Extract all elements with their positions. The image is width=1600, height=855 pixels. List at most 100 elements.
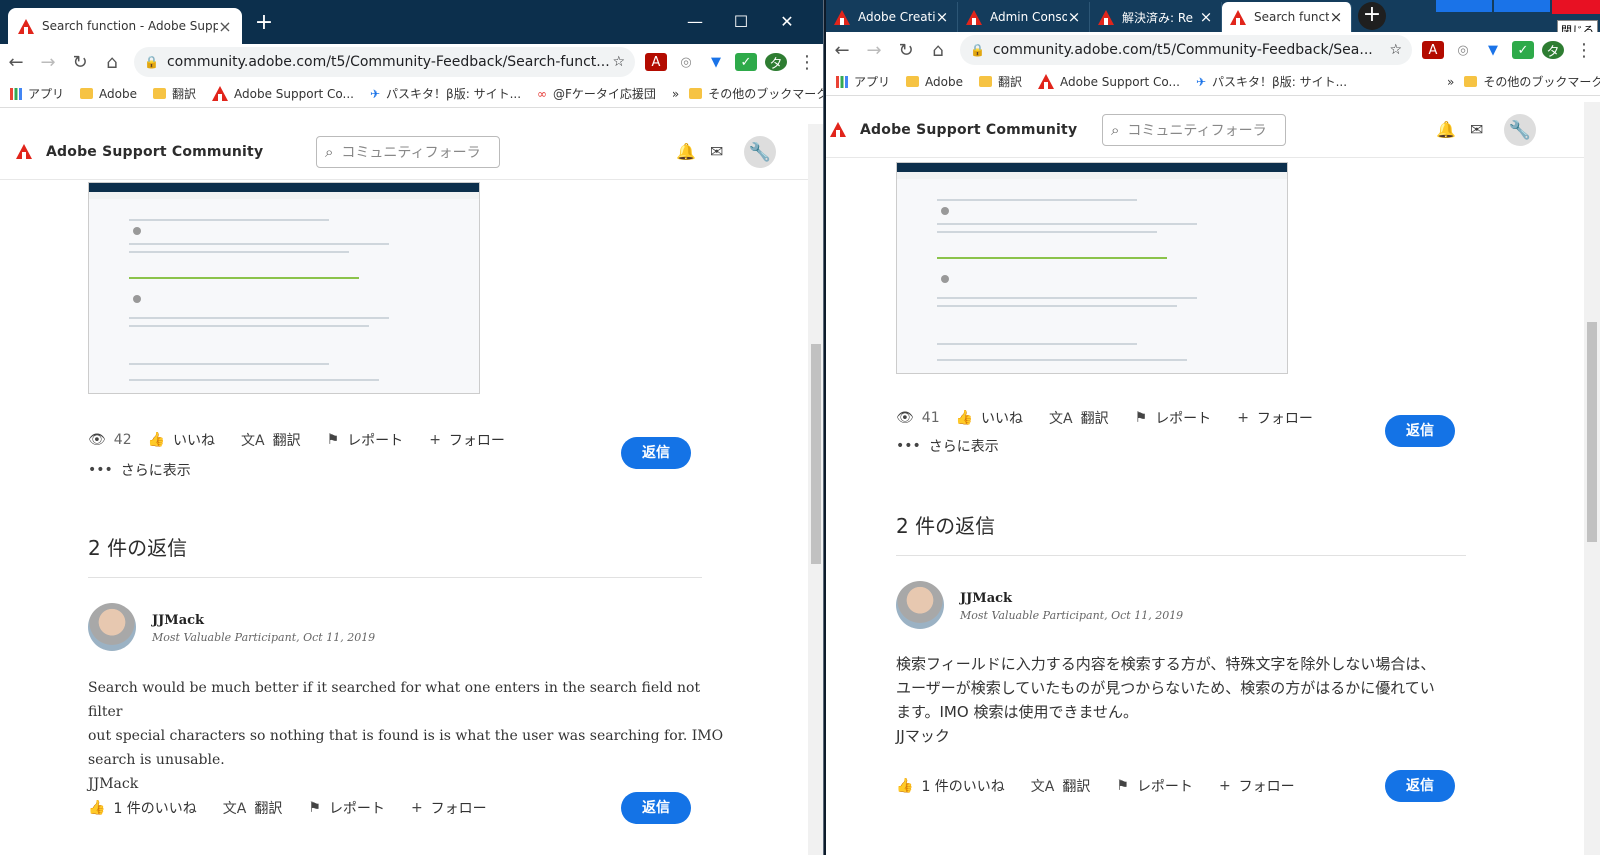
minimize-button[interactable]: — xyxy=(672,0,718,44)
follow-button[interactable]: + フォロー xyxy=(1219,776,1295,796)
reload-icon[interactable]: ↻ xyxy=(64,52,96,73)
maximize-button[interactable] xyxy=(1494,0,1550,12)
bookmark-apps[interactable]: アプリ xyxy=(10,85,64,102)
new-tab-button[interactable]: + xyxy=(250,10,278,38)
new-tab-button[interactable]: + xyxy=(1358,2,1386,30)
site-name[interactable]: Adobe Support Community xyxy=(46,144,263,160)
pdf-extension-icon[interactable]: A xyxy=(645,53,667,71)
close-tab-icon[interactable]: × xyxy=(1329,8,1343,26)
star-icon[interactable]: ☆ xyxy=(612,54,625,70)
close-window-button[interactable] xyxy=(1552,0,1600,14)
tab-search-function[interactable]: Search function - Adobe Support × xyxy=(8,8,242,44)
more-button[interactable]: ••• さらに表示 xyxy=(88,460,191,480)
close-tab-icon[interactable]: × xyxy=(1067,8,1081,26)
embedded-screenshot[interactable] xyxy=(896,162,1288,374)
scrollbar[interactable] xyxy=(808,124,823,855)
user-avatar[interactable]: 🔧 xyxy=(1504,114,1536,146)
reply-avatar[interactable] xyxy=(88,603,136,651)
reload-icon[interactable]: ↻ xyxy=(890,40,922,61)
report-button[interactable]: ⚑ レポート xyxy=(327,430,404,450)
bell-icon[interactable]: 🔔 xyxy=(1436,120,1456,139)
check-extension-icon[interactable]: ✓ xyxy=(735,53,757,71)
translate-button[interactable]: 文A 翻訳 xyxy=(223,798,283,818)
like-button[interactable]: 👍 1 件のいいね xyxy=(896,776,1005,796)
bookmark-link[interactable]: Adobe Support Co... xyxy=(1038,74,1180,89)
close-tab-icon[interactable]: × xyxy=(1199,8,1213,26)
embedded-screenshot[interactable] xyxy=(88,182,480,394)
bookmark-link[interactable]: ✈ パスキタ！β版: サイト... xyxy=(370,85,521,102)
adobe-logo-icon[interactable] xyxy=(16,144,32,159)
bookmark-folder[interactable]: Adobe xyxy=(906,75,963,89)
like-button[interactable]: 👍 1 件のいいね xyxy=(88,798,197,818)
bookmark-apps[interactable]: アプリ xyxy=(836,73,890,90)
reply-button[interactable]: 返信 xyxy=(1385,415,1455,447)
bell-icon[interactable]: 🔔 xyxy=(676,142,696,161)
star-icon[interactable]: ☆ xyxy=(1389,42,1402,58)
forward-icon[interactable]: → xyxy=(858,40,890,61)
tab-admin-console[interactable]: Admin Conso × xyxy=(958,2,1090,32)
bookmark-folder[interactable]: その他のブックマーク xyxy=(689,85,823,102)
pdf-extension-icon[interactable]: A xyxy=(1422,41,1444,59)
report-button[interactable]: ⚑ レポート xyxy=(1116,776,1193,796)
close-window-button[interactable]: ✕ xyxy=(764,0,810,44)
reply-avatar[interactable] xyxy=(896,581,944,629)
extension-icon[interactable]: ▼ xyxy=(705,53,727,71)
like-button[interactable]: 👍 いいね xyxy=(956,408,1023,428)
tab-adobe-creative[interactable]: Adobe Creati × xyxy=(826,2,958,32)
translate-button[interactable]: 文A 翻訳 xyxy=(1049,408,1109,428)
reply-author[interactable]: JJMack xyxy=(152,613,204,628)
bookmark-folder[interactable]: Adobe xyxy=(80,87,137,101)
bookmark-folder[interactable]: 翻訳 xyxy=(152,85,196,102)
user-avatar[interactable]: 🔧 xyxy=(744,136,776,168)
follow-button[interactable]: + フォロー xyxy=(429,430,505,450)
follow-button[interactable]: + フォロー xyxy=(411,798,487,818)
tab-search-function[interactable]: Search functi × xyxy=(1222,2,1352,32)
report-button[interactable]: ⚑ レポート xyxy=(308,798,385,818)
reply-button[interactable]: 返信 xyxy=(1385,770,1455,802)
bookmark-link[interactable]: ✈ パスキタ！β版: サイト... xyxy=(1196,73,1347,90)
check-extension-icon[interactable]: ✓ xyxy=(1512,41,1534,59)
search-input[interactable]: ⌕ コミュニティフォーラ xyxy=(316,135,500,168)
more-bookmarks-icon[interactable]: » xyxy=(672,87,679,101)
follow-button[interactable]: + フォロー xyxy=(1237,408,1313,428)
home-icon[interactable]: ⌂ xyxy=(922,40,954,61)
more-bookmarks-icon[interactable]: » xyxy=(1447,75,1454,89)
reply-author[interactable]: JJMack xyxy=(960,591,1012,606)
bookmark-link[interactable]: ∞ @Fケータイ応援団 xyxy=(537,85,656,102)
mail-icon[interactable]: ✉ xyxy=(1470,120,1483,139)
translate-button[interactable]: 文A 翻訳 xyxy=(241,430,301,450)
back-icon[interactable]: ← xyxy=(826,40,858,61)
site-name[interactable]: Adobe Support Community xyxy=(860,122,1077,138)
extension-icon[interactable]: ◎ xyxy=(675,53,697,71)
bookmark-folder[interactable]: その他のブックマーク xyxy=(1464,73,1600,90)
back-icon[interactable]: ← xyxy=(0,52,32,73)
extension-icon[interactable]: ▼ xyxy=(1482,41,1504,59)
extension-icon[interactable]: ◎ xyxy=(1452,41,1474,59)
profile-avatar[interactable]: タ xyxy=(1542,41,1564,60)
close-tab-icon[interactable]: × xyxy=(218,17,232,36)
profile-avatar[interactable]: タ xyxy=(765,53,787,72)
address-bar[interactable]: 🔒 community.adobe.com/t5/Community-Feedb… xyxy=(134,47,635,77)
reply-button[interactable]: 返信 xyxy=(621,437,691,469)
search-input[interactable]: ⌕ コミュニティフォーラ xyxy=(1102,113,1286,146)
adobe-logo-icon[interactable] xyxy=(830,122,846,137)
minimize-button[interactable] xyxy=(1436,0,1492,12)
bookmark-folder[interactable]: 翻訳 xyxy=(978,73,1022,90)
reply-button[interactable]: 返信 xyxy=(621,792,691,824)
tab-resolved[interactable]: 解決済み: Re × xyxy=(1090,2,1222,32)
scrollbar-thumb[interactable] xyxy=(1587,322,1597,542)
address-bar[interactable]: 🔒 community.adobe.com/t5/Community-Feedb… xyxy=(960,35,1412,65)
scrollbar[interactable] xyxy=(1584,102,1600,855)
translate-button[interactable]: 文A 翻訳 xyxy=(1031,776,1091,796)
forward-icon[interactable]: → xyxy=(32,52,64,73)
scrollbar-thumb[interactable] xyxy=(811,344,821,564)
report-button[interactable]: ⚑ レポート xyxy=(1135,408,1212,428)
maximize-button[interactable]: ☐ xyxy=(718,0,764,44)
home-icon[interactable]: ⌂ xyxy=(96,52,128,73)
menu-icon[interactable]: ⋮ xyxy=(1568,40,1600,61)
bookmark-link[interactable]: Adobe Support Co... xyxy=(212,86,354,101)
menu-icon[interactable]: ⋮ xyxy=(791,52,823,73)
like-button[interactable]: 👍 いいね xyxy=(148,430,215,450)
mail-icon[interactable]: ✉ xyxy=(710,142,723,161)
more-button[interactable]: ••• さらに表示 xyxy=(896,436,999,456)
